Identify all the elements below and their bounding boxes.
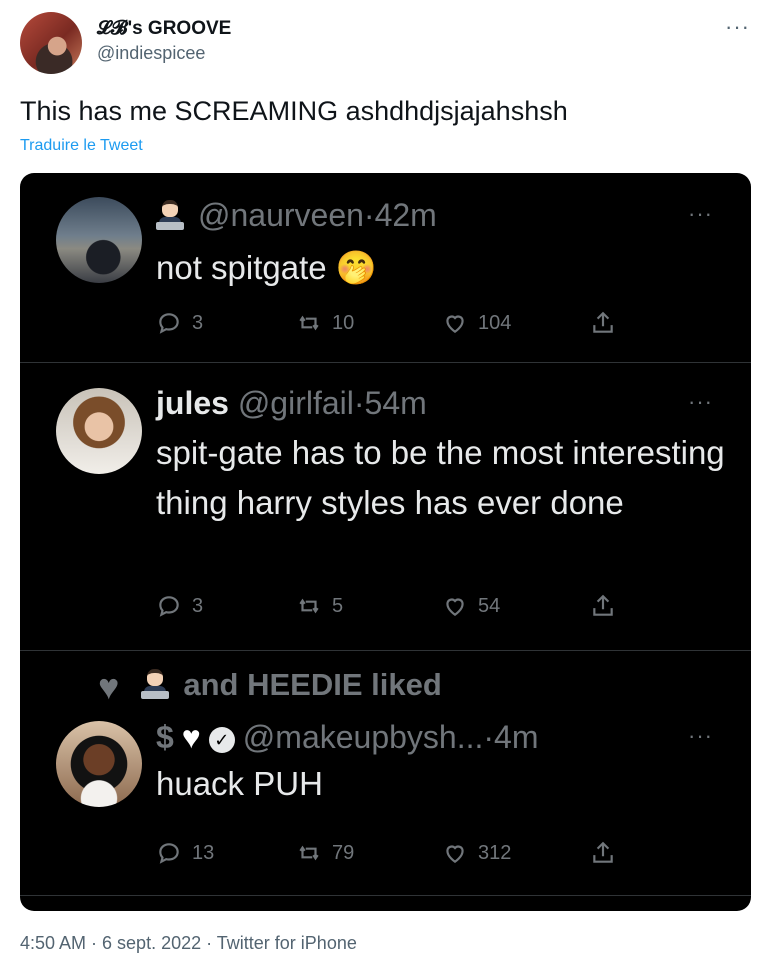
- action-bar: 3 5 54: [156, 593, 626, 623]
- share-icon: [593, 594, 613, 616]
- author-name[interactable]: 𝓛𝓑's GROOVE: [97, 18, 231, 40]
- embedded-screenshot: @naurveen·42m ··· not spitgate 🤭 3 10 10…: [20, 173, 751, 911]
- action-bar: 13 79 312: [156, 840, 626, 870]
- technologist-emoji: [141, 669, 170, 699]
- display-name: jules: [156, 385, 229, 421]
- retweet-action: 5: [296, 593, 343, 619]
- tweet-header: @naurveen·42m: [156, 197, 437, 234]
- tweet-text: not spitgate 🤭: [156, 249, 377, 286]
- handle: @makeupbysh...: [242, 719, 484, 755]
- more-icon: ···: [688, 389, 713, 414]
- liked-by-text: and HEEDIE liked: [183, 667, 442, 702]
- share-action: [590, 310, 616, 336]
- share-action: [590, 840, 616, 866]
- tweet-text: huack PUH: [156, 765, 323, 802]
- tweet-meta: 4:50 AM · 6 sept. 2022 · Twitter for iPh…: [20, 933, 357, 953]
- more-icon: ···: [688, 201, 713, 226]
- technologist-emoji: [156, 200, 184, 230]
- verified-icon: ✓: [208, 727, 235, 753]
- retweet-icon: [299, 315, 319, 331]
- heart-icon: ♥: [98, 666, 120, 707]
- list-item: ♥ and HEEDIE liked $ ♥ ✓ @makeupbysh...·4m ·…: [20, 651, 751, 896]
- display-name: $: [156, 719, 174, 755]
- like-action: 104: [442, 310, 511, 336]
- tweet-text: This has me SCREAMING ashdhdjsjajahshsh: [20, 96, 568, 126]
- avatar: [56, 197, 142, 283]
- share-icon: [593, 311, 613, 333]
- action-bar: 3 10 104: [156, 310, 626, 340]
- translate-tweet-link[interactable]: Traduire le Tweet: [20, 137, 143, 155]
- tweet-header: jules @girlfail·54m: [156, 385, 427, 422]
- reply-icon: [159, 843, 179, 864]
- more-icon[interactable]: ···: [725, 14, 750, 40]
- share-icon: [593, 841, 613, 863]
- reply-action: 3: [156, 593, 203, 619]
- like-icon: [446, 845, 464, 863]
- handle: @naurveen: [198, 197, 364, 233]
- retweet-action: 10: [296, 310, 354, 336]
- like-icon: [446, 598, 464, 616]
- like-action: 312: [442, 840, 511, 866]
- tweet-text: spit-gate has to be the most interesting…: [156, 434, 725, 521]
- avatar: [56, 388, 142, 474]
- tweet-header: $ ♥ ✓ @makeupbysh...·4m: [156, 719, 539, 756]
- like-icon: [446, 315, 464, 333]
- list-item: jules @girlfail·54m ··· spit-gate has to…: [20, 363, 751, 651]
- reply-action: 3: [156, 310, 203, 336]
- more-icon: ···: [688, 723, 713, 748]
- handle: @girlfail: [237, 385, 354, 421]
- reply-action: 13: [156, 840, 214, 866]
- retweet-icon: [299, 845, 319, 861]
- timestamp: ·42m: [363, 197, 437, 233]
- list-item: @naurveen·42m ··· not spitgate 🤭 3 10 10…: [20, 173, 751, 363]
- share-action: [590, 593, 616, 619]
- timestamp: ·54m: [353, 385, 427, 421]
- avatar: [56, 721, 142, 807]
- reply-icon: [159, 313, 179, 334]
- reply-icon: [159, 596, 179, 617]
- avatar[interactable]: [20, 12, 82, 74]
- retweet-action: 79: [296, 840, 354, 866]
- like-action: 54: [442, 593, 500, 619]
- social-context: ♥ and HEEDIE liked: [98, 666, 442, 708]
- retweet-icon: [299, 598, 319, 614]
- white-heart-icon: ♥: [181, 719, 201, 755]
- timestamp: ·4m: [483, 719, 539, 755]
- author-handle[interactable]: @indiespicee: [97, 43, 205, 64]
